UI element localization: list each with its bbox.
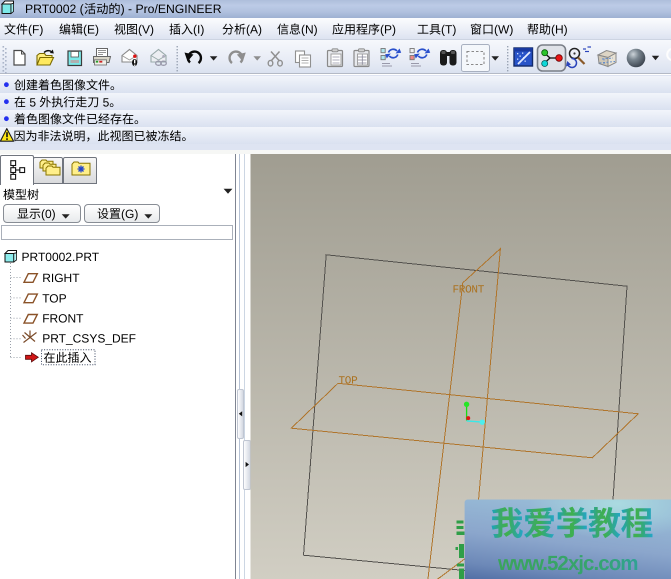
svg-text:(H): (H) (551, 23, 568, 37)
svg-text:) - Pro/ENGINEER: ) - Pro/ENGINEER (121, 2, 222, 16)
svg-text:(V): (V) (138, 23, 154, 37)
svg-text:FRONT: FRONT (42, 312, 84, 326)
svg-text:(G): (G) (121, 207, 138, 221)
svg-text:(W): (W) (494, 23, 513, 37)
svg-text:(F): (F) (28, 23, 43, 37)
svg-text:PRT0002 (: PRT0002 ( (25, 2, 84, 16)
svg-text:(0): (0) (41, 207, 56, 221)
svg-text:PRT0002.PRT: PRT0002.PRT (22, 250, 100, 264)
svg-text:(I): (I) (193, 23, 204, 37)
svg-text:FRONT: FRONT (453, 285, 485, 297)
svg-text:(N): (N) (301, 23, 318, 37)
svg-text:5: 5 (26, 95, 39, 109)
svg-text:(E): (E) (83, 23, 99, 37)
svg-text:TOP: TOP (42, 291, 66, 305)
svg-text:RIGHT: RIGHT (42, 271, 80, 285)
svg-text:TOP: TOP (339, 376, 359, 388)
svg-text:(T): (T) (441, 23, 456, 37)
svg-text:5: 5 (99, 95, 109, 109)
svg-text:www.52xjc.com: www.52xjc.com (497, 552, 639, 575)
svg-text:(P): (P) (380, 23, 396, 37)
svg-text:(A): (A) (246, 23, 262, 37)
svg-text:PRT_CSYS_DEF: PRT_CSYS_DEF (42, 332, 136, 346)
